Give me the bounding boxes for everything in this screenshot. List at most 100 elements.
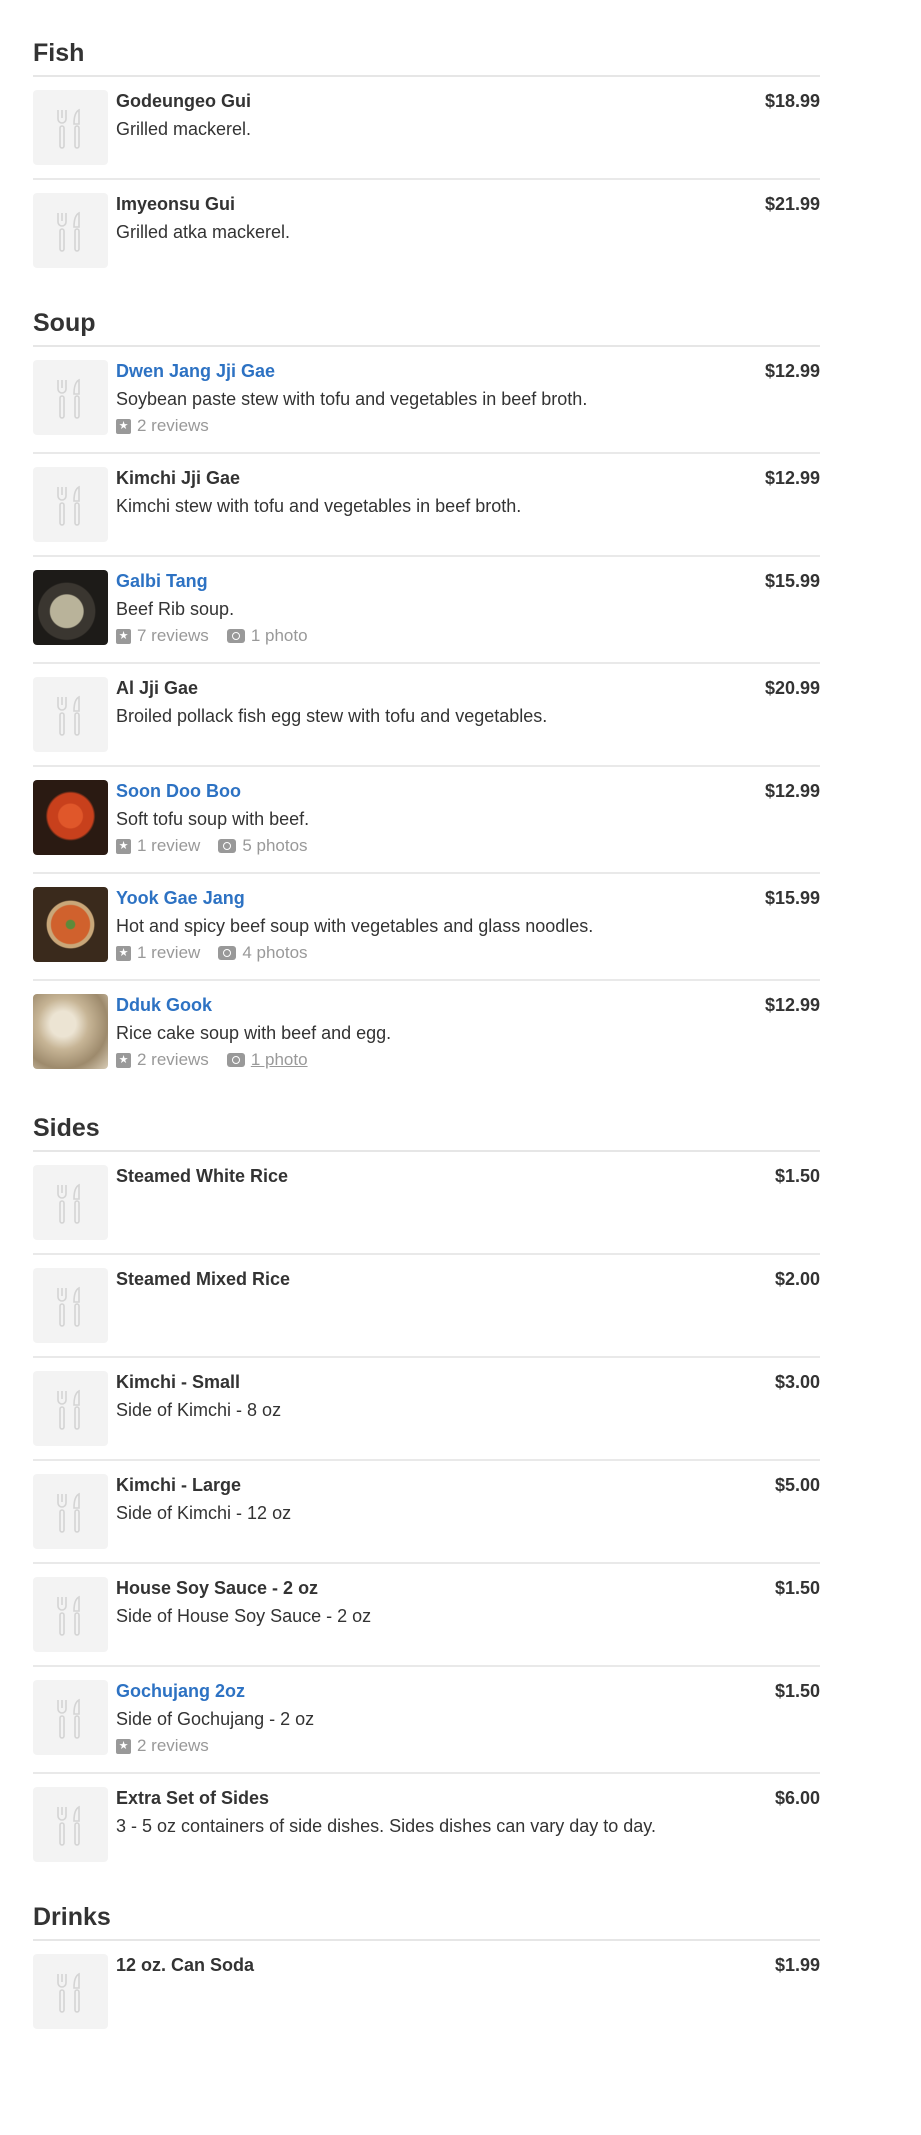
review-star-icon: ★	[116, 838, 131, 854]
item-description: Grilled atka mackerel.	[116, 222, 291, 242]
review-count[interactable]: 7 reviews	[137, 623, 209, 649]
item-price: $1.50	[774, 1681, 820, 1701]
item-name: Steamed White Rice	[116, 1166, 289, 1186]
item-meta: ★ 7 reviews 1 photo	[116, 623, 765, 649]
item-price: $3.00	[774, 1372, 820, 1392]
item-name: 12 oz. Can Soda	[116, 1955, 255, 1975]
item-price: $18.99	[764, 91, 820, 111]
menu-item: Galbi Tang Beef Rib soup. ★ 7 reviews 1 ph…	[33, 557, 820, 664]
camera-icon	[218, 946, 237, 960]
item-name: Kimchi - Small	[116, 1372, 241, 1392]
photo-count-link[interactable]: 1 photo	[251, 623, 308, 649]
review-count[interactable]: 1 review	[137, 833, 200, 859]
item-price: $5.00	[774, 1475, 820, 1495]
item-name[interactable]: Soon Doo Boo	[116, 779, 765, 803]
item-price: $1.50	[774, 1578, 820, 1598]
item-name: House Soy Sauce - 2 oz	[116, 1578, 319, 1598]
menu-item: Gochujang 2oz Side of Gochujang - 2 oz ★…	[33, 1667, 820, 1774]
photo-count-link[interactable]: 5 photos	[242, 833, 307, 859]
menu-section-soup: Soup Dwen Jang Jji Gae Soybean paste ste…	[33, 308, 820, 1086]
item-price: $15.99	[764, 571, 820, 591]
menu-item: Kimchi - Large Side of Kimchi - 12 oz $5…	[33, 1461, 820, 1564]
item-price: $1.99	[774, 1955, 820, 1975]
item-placeholder	[33, 193, 108, 268]
item-placeholder	[33, 1165, 108, 1240]
item-price: $12.99	[764, 468, 820, 488]
item-placeholder	[33, 677, 108, 752]
item-placeholder	[33, 1268, 108, 1343]
section-title: Soup	[33, 308, 820, 347]
menu-item: Kimchi - Small Side of Kimchi - 8 oz $3.…	[33, 1358, 820, 1461]
item-name: Imyeonsu Gui	[116, 194, 236, 214]
review-star-icon: ★	[116, 945, 131, 961]
item-name[interactable]: Yook Gae Jang	[116, 886, 765, 910]
menu-item: Yook Gae Jang Hot and spicy beef soup wi…	[33, 874, 820, 981]
item-placeholder	[33, 1787, 108, 1862]
item-description: Side of Kimchi - 12 oz	[116, 1503, 292, 1523]
item-name: Godeungeo Gui	[116, 91, 251, 111]
item-name[interactable]: Galbi Tang	[116, 569, 765, 593]
item-description: Side of House Soy Sauce - 2 oz	[116, 1606, 372, 1626]
item-price: $12.99	[764, 781, 820, 801]
menu-item: Dduk Gook Rice cake soup with beef and e…	[33, 981, 820, 1086]
item-name[interactable]: Dduk Gook	[116, 993, 765, 1017]
photo-count-link[interactable]: 1 photo	[251, 1047, 308, 1073]
section-title: Sides	[33, 1113, 820, 1152]
review-count[interactable]: 2 reviews	[137, 1047, 209, 1073]
item-description: 3 - 5 oz containers of side dishes. Side…	[116, 1816, 656, 1836]
menu-item: Soon Doo Boo Soft tofu soup with beef. ★…	[33, 767, 820, 874]
item-photo[interactable]	[33, 570, 108, 645]
item-price: $12.99	[764, 361, 820, 381]
item-name[interactable]: Dwen Jang Jji Gae	[116, 359, 765, 383]
item-photo[interactable]	[33, 994, 108, 1069]
menu-section-drinks: Drinks 12 oz. Can Soda $1.99	[33, 1902, 820, 2042]
camera-icon	[218, 839, 237, 853]
review-star-icon: ★	[116, 1738, 131, 1754]
item-placeholder	[33, 1474, 108, 1549]
item-description: Rice cake soup with beef and egg.	[116, 1023, 392, 1043]
review-count[interactable]: 2 reviews	[137, 1733, 209, 1759]
item-description: Broiled pollack fish egg stew with tofu …	[116, 706, 548, 726]
item-price: $1.50	[774, 1166, 820, 1186]
item-price: $15.99	[764, 888, 820, 908]
item-meta: ★ 2 reviews	[116, 413, 765, 439]
item-price: $21.99	[764, 194, 820, 214]
item-placeholder	[33, 1954, 108, 2029]
item-name: Kimchi - Large	[116, 1475, 242, 1495]
item-placeholder	[33, 1577, 108, 1652]
item-description: Beef Rib soup.	[116, 599, 235, 619]
menu-item: 12 oz. Can Soda $1.99	[33, 1941, 820, 2042]
section-title: Fish	[33, 38, 820, 77]
review-star-icon: ★	[116, 628, 131, 644]
menu-item: Al Jji Gae Broiled pollack fish egg stew…	[33, 664, 820, 767]
review-count[interactable]: 2 reviews	[137, 413, 209, 439]
item-price: $20.99	[764, 678, 820, 698]
item-description: Side of Gochujang - 2 oz	[116, 1709, 315, 1729]
camera-icon	[226, 629, 245, 643]
item-meta: ★ 2 reviews 1 photo	[116, 1047, 765, 1073]
item-price: $2.00	[774, 1269, 820, 1289]
item-placeholder	[33, 467, 108, 542]
menu-item: Godeungeo Gui Grilled mackerel. $18.99	[33, 77, 820, 180]
menu-item: Imyeonsu Gui Grilled atka mackerel. $21.…	[33, 180, 820, 281]
item-name: Extra Set of Sides	[116, 1788, 270, 1808]
menu: Fish Godeungeo Gui Grilled mackerel. $18…	[33, 0, 820, 2042]
item-price: $6.00	[774, 1788, 820, 1808]
item-meta: ★ 2 reviews	[116, 1733, 775, 1759]
item-name[interactable]: Gochujang 2oz	[116, 1679, 775, 1703]
item-name: Kimchi Jji Gae	[116, 468, 241, 488]
item-description: Kimchi stew with tofu and vegetables in …	[116, 496, 522, 516]
item-description: Soybean paste stew with tofu and vegetab…	[116, 389, 588, 409]
camera-icon	[226, 1053, 245, 1067]
review-star-icon: ★	[116, 1052, 131, 1068]
photo-count-link[interactable]: 4 photos	[242, 940, 307, 966]
item-photo[interactable]	[33, 780, 108, 855]
menu-item: Steamed White Rice $1.50	[33, 1152, 820, 1255]
review-count[interactable]: 1 review	[137, 940, 200, 966]
item-photo[interactable]	[33, 887, 108, 962]
item-description: Hot and spicy beef soup with vegetables …	[116, 916, 594, 936]
menu-section-fish: Fish Godeungeo Gui Grilled mackerel. $18…	[33, 38, 820, 281]
menu-item: Kimchi Jji Gae Kimchi stew with tofu and…	[33, 454, 820, 557]
item-meta: ★ 1 review 4 photos	[116, 940, 765, 966]
item-placeholder	[33, 90, 108, 165]
